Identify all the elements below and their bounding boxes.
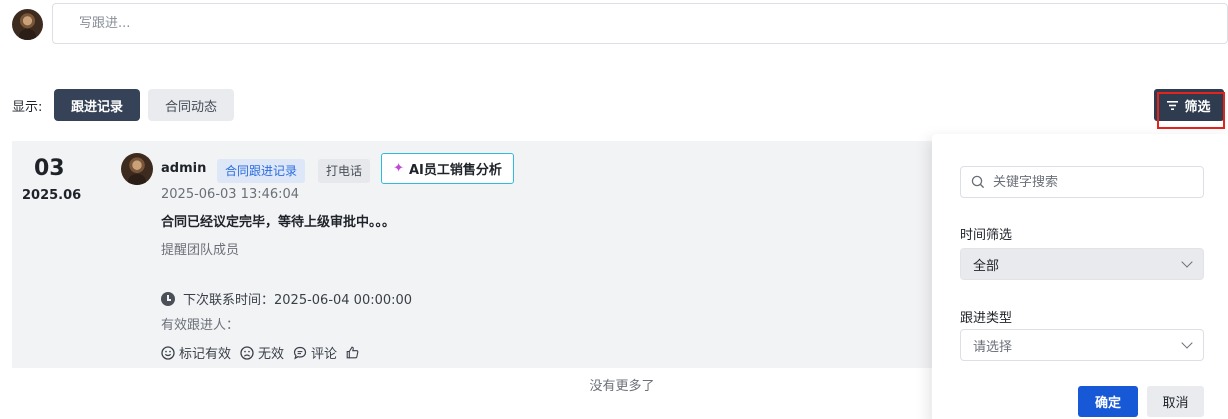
invalid-action[interactable]: 无效	[240, 343, 284, 362]
tab-followup-records[interactable]: 跟进记录	[54, 89, 140, 121]
record-remind-members: 提醒团队成员	[161, 243, 240, 258]
clock-icon	[161, 291, 175, 306]
record-content: 合同已经议定完毕，等待上级审批中。。。	[161, 215, 396, 230]
valid-followers-label: 有效跟进人：	[161, 318, 240, 333]
comment-label: 评论	[311, 347, 338, 362]
record-user-avatar	[121, 153, 153, 185]
filter-icon	[1167, 100, 1179, 110]
tab-contract-activity[interactable]: 合同动态	[148, 89, 234, 121]
invalid-label: 无效	[258, 347, 285, 362]
record-day: 03	[34, 156, 65, 181]
time-filter-select[interactable]: 全部	[960, 248, 1204, 280]
followup-type-placeholder: 请选择	[973, 339, 1013, 355]
magic-wand-icon: ✦	[393, 161, 404, 176]
frown-icon	[240, 345, 254, 360]
display-label: 显示:	[12, 100, 43, 115]
record-timestamp: 2025-06-03 13:46:04	[161, 187, 300, 202]
current-user-avatar	[12, 9, 43, 40]
next-contact-text: 下次联系时间：2025-06-04 00:00:00	[183, 293, 413, 308]
keyword-search-input[interactable]	[993, 174, 1183, 190]
record-actions: 标记有效 无效 评论	[161, 343, 359, 362]
time-filter-value: 全部	[973, 258, 1000, 274]
search-icon	[971, 175, 985, 189]
followup-type-label: 跟进类型	[960, 311, 1013, 326]
chevron-down-icon	[1181, 255, 1193, 268]
thumbs-up-icon	[346, 346, 359, 359]
time-filter-label: 时间筛选	[960, 228, 1013, 243]
confirm-button[interactable]: 确定	[1078, 386, 1138, 417]
record-type-tag: 合同跟进记录	[217, 159, 306, 183]
comment-action[interactable]: 评论	[293, 343, 337, 362]
followup-note-input[interactable]	[52, 3, 1228, 44]
followup-type-select[interactable]: 请选择	[960, 329, 1204, 361]
cancel-button[interactable]: 取消	[1147, 386, 1204, 417]
record-method-tag: 打电话	[318, 159, 371, 183]
keyword-search-field[interactable]	[960, 166, 1204, 198]
comment-icon	[293, 346, 307, 360]
like-action[interactable]	[346, 346, 359, 359]
record-month: 2025.06	[22, 188, 82, 203]
smile-icon	[161, 345, 175, 360]
filter-button-label: 筛选	[1184, 99, 1211, 115]
filter-button[interactable]: 筛选	[1154, 89, 1224, 121]
next-contact-time: 下次联系时间：2025-06-04 00:00:00	[161, 289, 412, 308]
chevron-down-icon	[1181, 336, 1193, 349]
mark-valid-action[interactable]: 标记有效	[161, 343, 231, 362]
record-user-name: admin	[161, 161, 207, 176]
ai-sales-analysis-button[interactable]: ✦ AI员工销售分析	[381, 153, 514, 184]
mark-valid-label: 标记有效	[179, 347, 232, 362]
ai-button-label: AI员工销售分析	[409, 163, 502, 178]
